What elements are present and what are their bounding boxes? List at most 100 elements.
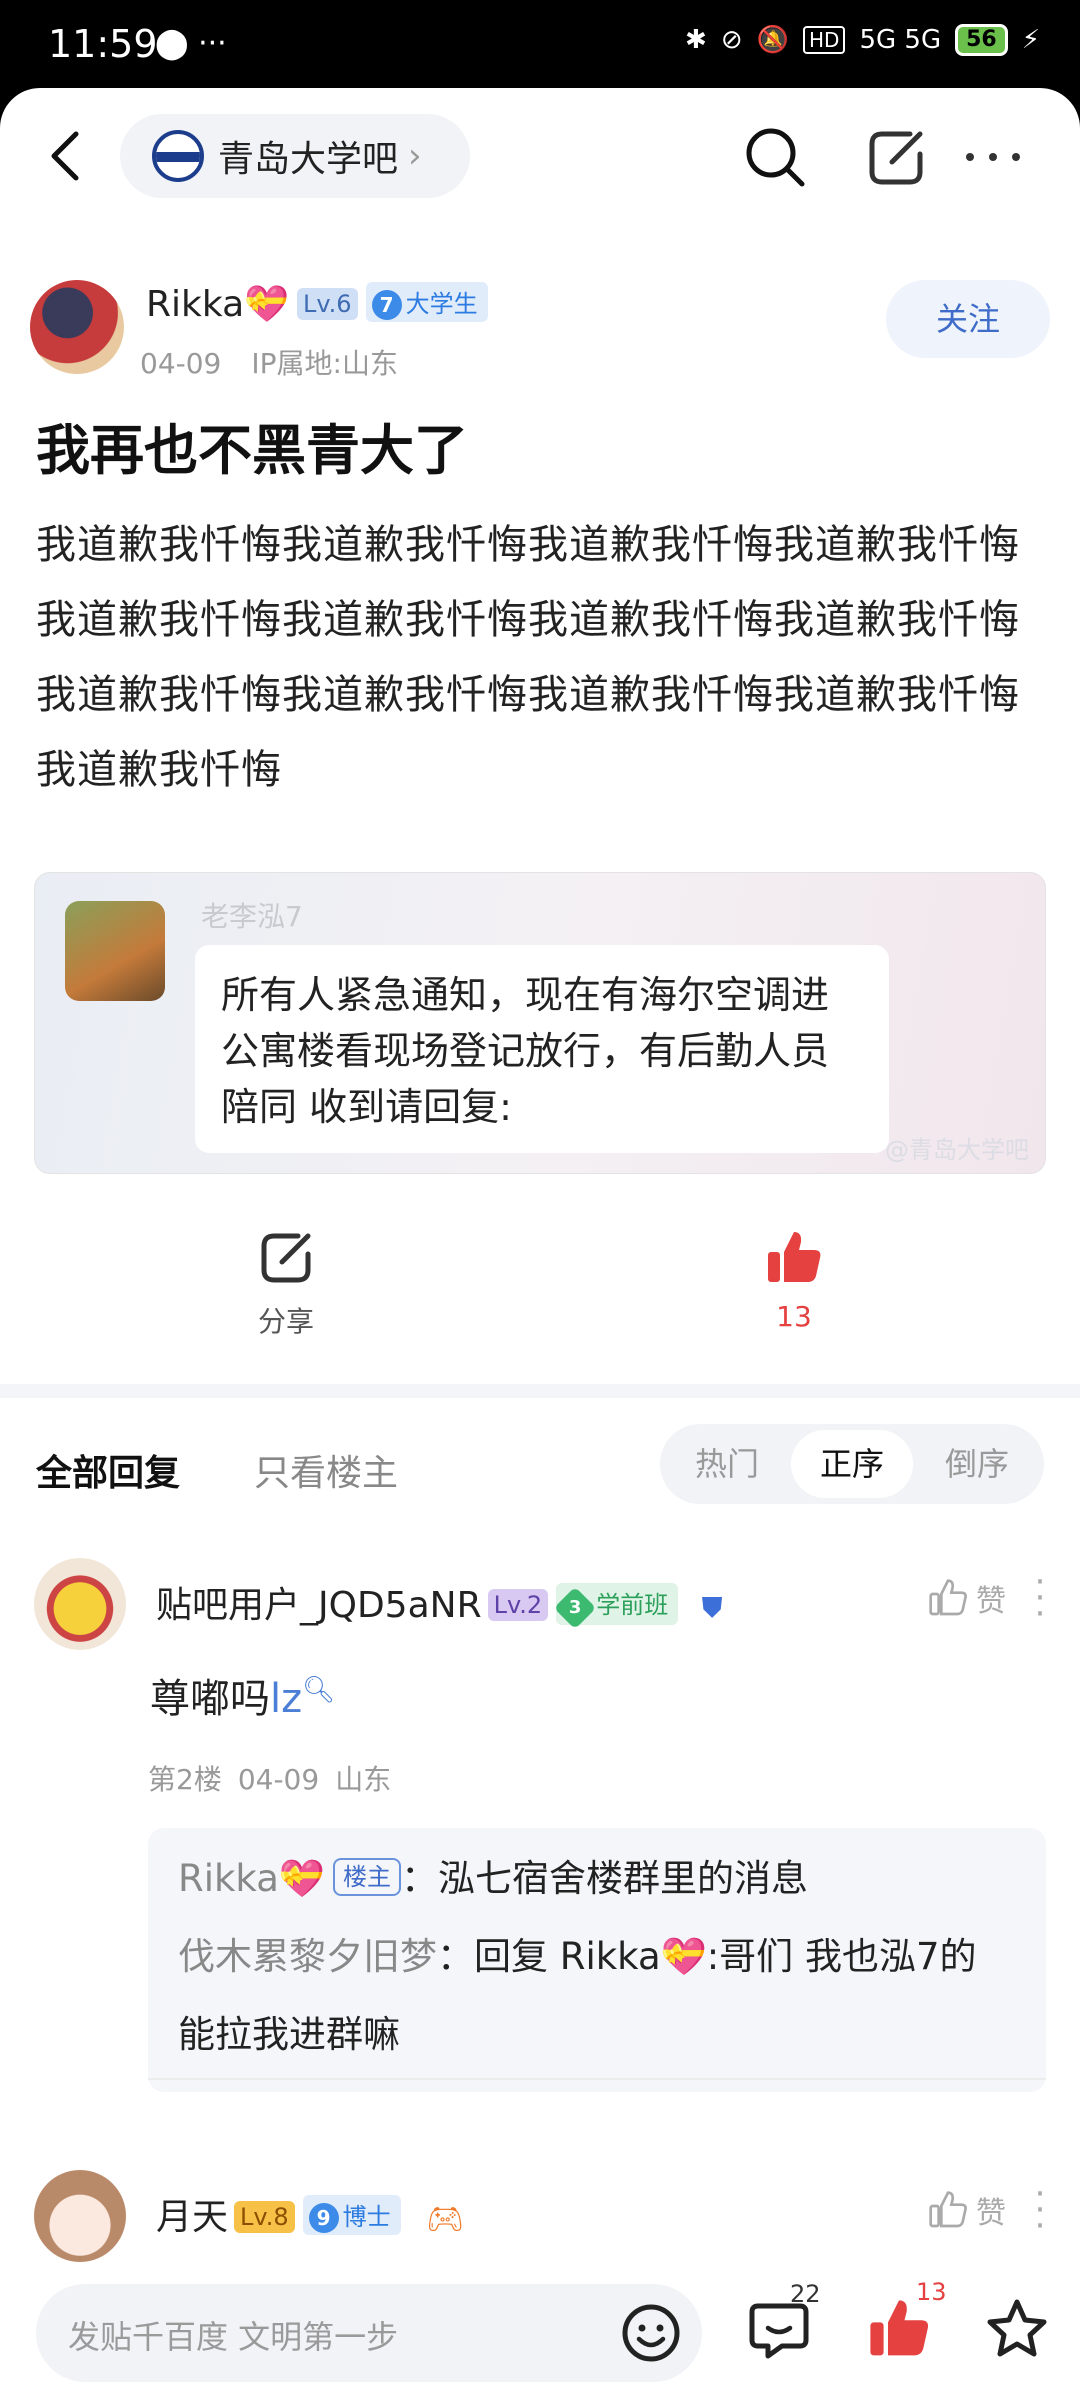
post-ip: IP属地:山东 <box>251 347 398 380</box>
post-body: 我道歉我忏悔我道歉我忏悔我道歉我忏悔我道歉我忏悔我道歉我忏悔我道歉我忏悔我道歉我… <box>36 522 1020 793</box>
forum-name: 青岛大学吧 <box>218 139 399 180</box>
search-icon[interactable] <box>742 124 808 190</box>
thumbs-up-icon <box>768 1232 821 1282</box>
share-icon[interactable] <box>864 124 930 190</box>
post-page: 青岛大学吧 › Rikka💝 Lv.6 7 大学生 04-09 IP属地:山东 关注 我… <box>0 88 1080 2400</box>
heart-badge-icon: 💝 <box>660 1935 707 1978</box>
comment-item: 月天 Lv.8 9 博士 🎮︎ 赞 · · · <box>0 2170 1080 2270</box>
comment-meta: 第2楼 04-09 山东 <box>148 1758 391 1798</box>
sort-ascending[interactable]: 正序 <box>791 1430 913 1498</box>
forum-logo-icon <box>152 130 204 182</box>
like-count: 13 <box>776 1300 812 1333</box>
level-badge: Lv.8 <box>234 2201 295 2233</box>
title-name: 大学生 <box>405 290 478 318</box>
member-icon: ⛊ <box>701 1591 723 1624</box>
thumbs-up-outline-icon <box>929 2191 967 2228</box>
commenter-avatar[interactable] <box>34 2170 126 2262</box>
commenter-name-line[interactable]: 月天 Lv.8 9 博士 🎮︎ <box>156 2188 464 2240</box>
gamepad-icon: 🎮︎ <box>426 2202 465 2237</box>
charging-icon: ⚡ <box>1021 25 1040 55</box>
share-action[interactable]: 分享 <box>206 1228 366 1340</box>
commenter-name: 月天 <box>156 2197 229 2238</box>
comment-more-icon[interactable]: · · · <box>1030 1565 1050 1631</box>
image-watermark: @青岛大学吧 <box>885 1136 1029 1164</box>
comment-date: 04-09 <box>237 1763 320 1796</box>
comment-text: 尊嘟吗lz🔍︎ <box>150 1675 336 1722</box>
like-count: 13 <box>916 2278 947 2306</box>
level-badge: Lv.6 <box>296 288 358 320</box>
title-level: 9 <box>308 2203 339 2233</box>
commenter-name: 贴吧用户_JQD5aNR <box>156 1585 482 1626</box>
title-badge: 9 博士 <box>302 2195 401 2235</box>
title-badge: 7 大学生 <box>365 282 488 322</box>
search-icon[interactable]: 🔍︎ <box>302 1675 335 1705</box>
comment-location: 山东 <box>335 1763 392 1796</box>
author-name-line[interactable]: Rikka💝 Lv.6 7 大学生 <box>146 282 488 325</box>
share-icon <box>261 1233 311 1283</box>
back-icon[interactable] <box>40 124 94 188</box>
post-meta: 04-09 IP属地:山东 <box>140 342 398 382</box>
title-name: 学前班 <box>596 1591 669 1619</box>
comment-item: 贴吧用户_JQD5aNR Lv.2 3 学前班 ⛊ 赞 · · · 尊嘟吗lz🔍︎ 第2楼… <box>0 1558 1080 2118</box>
thumbs-up-outline-icon <box>929 1579 967 1616</box>
like-label: 赞 <box>976 2196 1006 2231</box>
title-level: 7 <box>371 290 402 320</box>
top-bar: 青岛大学吧 › <box>0 88 1080 228</box>
commenter-name-line[interactable]: 贴吧用户_JQD5aNR Lv.2 3 学前班 ⛊ <box>156 1576 723 1630</box>
star-icon[interactable] <box>984 2296 1050 2362</box>
sub-reply-prefix: ：回复 Rikka <box>437 1935 661 1978</box>
reply-placeholder: 发贴千百度 文明第一步 <box>68 2318 399 2356</box>
sub-reply-user[interactable]: Rikka <box>178 1857 279 1900</box>
reply-input[interactable]: 发贴千百度 文明第一步 <box>36 2284 702 2382</box>
sub-reply: Rikka💝 楼主 ：泓七宿舍楼群里的消息 <box>178 1840 1016 1918</box>
emoji-icon[interactable] <box>620 2302 682 2364</box>
status-time: 11:59 <box>48 22 158 66</box>
op-tag: 楼主 <box>332 1858 401 1896</box>
tab-only-op[interactable]: 只看楼主 <box>254 1444 398 1496</box>
follow-button[interactable]: 关注 <box>886 280 1050 358</box>
share-label: 分享 <box>257 1305 314 1338</box>
section-divider <box>0 1384 1080 1398</box>
hd-icon: HD <box>803 26 846 54</box>
forum-pill[interactable]: 青岛大学吧 › <box>120 114 470 198</box>
sub-reply-user[interactable]: 伐木累黎夕旧梦 <box>178 1935 437 1978</box>
post-author: Rikka💝 Lv.6 7 大学生 04-09 IP属地:山东 关注 <box>30 280 1050 390</box>
title-badge: 3 学前班 <box>553 1583 679 1630</box>
bluetooth-icon: ✱ <box>685 25 707 55</box>
sort-descending[interactable]: 倒序 <box>916 1430 1038 1498</box>
bottom-bar: 发贴千百度 文明第一步 22 13 <box>0 2274 1080 2400</box>
like-action[interactable]: 13 <box>714 1228 874 1333</box>
comment-more-icon[interactable]: · · · <box>1030 2177 1050 2243</box>
status-bar: 11:59 ⬤ ··· ✱ ⊘ 🔕 HD 5G 5G 56 ⚡ <box>0 0 1080 92</box>
author-avatar[interactable] <box>30 280 124 374</box>
post-actions: 分享 13 <box>0 1228 1080 1378</box>
sort-toggle: 热门 正序 倒序 <box>660 1424 1044 1504</box>
quoted-message: 所有人紧急通知，现在有海尔空调进公寓楼看现场登记放行，有后勤人员陪同 收到请回复… <box>195 945 889 1153</box>
chevron-right-icon: › <box>408 136 422 176</box>
like-label: 赞 <box>976 1584 1006 1619</box>
battery-icon: 56 <box>955 24 1008 56</box>
nfc-icon: ⊘ <box>720 25 743 55</box>
post-date: 04-09 <box>140 347 222 380</box>
comment-like-button[interactable]: 赞 <box>928 1576 1006 1620</box>
author-name: Rikka <box>146 284 245 325</box>
sub-replies[interactable]: Rikka💝 楼主 ：泓七宿舍楼群里的消息 伐木累黎夕旧梦：回复 Rikka💝:哥们… <box>148 1828 1046 2092</box>
signal-icon: 5G 5G <box>859 25 942 55</box>
comment-like-button[interactable]: 赞 <box>928 2188 1006 2232</box>
post-image[interactable]: 老李泓7 所有人紧急通知，现在有海尔空调进公寓楼看现场登记放行，有后勤人员陪同 … <box>34 872 1046 1174</box>
quoted-name: 老李泓7 <box>201 900 303 933</box>
notification-icons: ⬤ ··· <box>155 26 227 61</box>
reply-tabs: 全部回复 只看楼主 热门 正序 倒序 <box>0 1424 1080 1524</box>
lz-link[interactable]: lz <box>270 1676 302 1722</box>
mute-bell-icon: 🔕 <box>756 25 789 55</box>
sort-hot[interactable]: 热门 <box>666 1430 788 1498</box>
heart-badge-icon: 💝 <box>278 1857 325 1900</box>
comment-count: 22 <box>790 2280 821 2308</box>
status-right: ✱ ⊘ 🔕 HD 5G 5G 56 ⚡ <box>685 24 1040 56</box>
comment-divider <box>148 2078 1046 2080</box>
title-level: 3 <box>568 1597 582 1618</box>
more-icon[interactable] <box>960 124 1026 190</box>
tab-all-replies[interactable]: 全部回复 <box>36 1444 180 1496</box>
commenter-avatar[interactable] <box>34 1558 126 1650</box>
quoted-avatar <box>65 901 165 1001</box>
